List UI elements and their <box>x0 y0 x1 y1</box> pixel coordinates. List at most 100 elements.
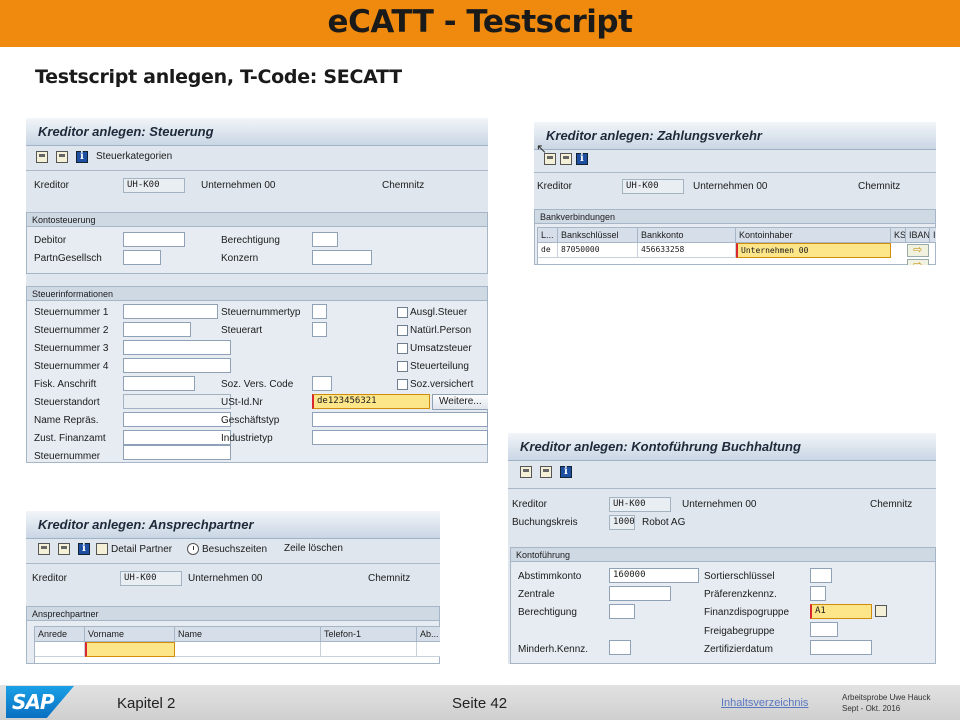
weitere-button[interactable]: Weitere... <box>432 394 488 410</box>
info-icon <box>76 151 88 163</box>
table-cell[interactable]: de <box>538 243 558 258</box>
steuernummer3-field[interactable] <box>123 340 231 355</box>
sozversichert-checkbox[interactable] <box>397 379 408 390</box>
kreditor-field[interactable]: UH-K00 <box>622 179 684 194</box>
table-cell[interactable] <box>175 642 321 657</box>
zeile-loeschen-button[interactable]: Zeile löschen <box>284 543 343 554</box>
other-object-button[interactable] <box>560 153 572 165</box>
steuerkategorien-button[interactable]: Steuerkategorien <box>96 151 172 162</box>
iban-arrow-button[interactable] <box>907 243 929 257</box>
kreditor-field[interactable]: UH-K00 <box>120 571 182 586</box>
steuernummer4-field[interactable] <box>123 358 231 373</box>
col-header[interactable]: Kontoinhaber <box>736 228 891 243</box>
berechtigung-label: Berechtigung <box>221 235 280 246</box>
info-button[interactable] <box>78 543 90 555</box>
col-header[interactable]: Anrede <box>35 627 85 642</box>
inhaltsverzeichnis-link[interactable]: Inhaltsverzeichnis <box>721 697 808 709</box>
berechtigung-field[interactable] <box>609 604 635 619</box>
table-cell[interactable] <box>321 642 417 657</box>
steuernummer1-field[interactable] <box>123 304 218 319</box>
display-change-button[interactable] <box>544 153 556 165</box>
steuernummertyp-label: Steuernummertyp <box>221 307 301 318</box>
steuerstandort-label: Steuerstandort <box>34 397 100 408</box>
partn-label: PartnGesellsch <box>34 253 102 264</box>
konzern-field[interactable] <box>312 250 372 265</box>
steuernummer2-field[interactable] <box>123 322 191 337</box>
steuerstandort-field[interactable] <box>123 394 231 409</box>
buchungskreis-field[interactable]: 1000 <box>609 515 635 530</box>
col-header[interactable]: KS <box>891 228 906 243</box>
info-button[interactable] <box>576 153 588 165</box>
steuernummer1-label: Steuernummer 1 <box>34 307 109 318</box>
table-cell-kontoinhaber[interactable]: Unternehmen 00 <box>736 243 891 258</box>
table-cell[interactable] <box>417 642 440 657</box>
ausgl-steuer-checkbox[interactable] <box>397 307 408 318</box>
col-header[interactable]: Vorname <box>85 627 175 642</box>
table-cell[interactable]: 456633258 <box>638 243 736 258</box>
col-header[interactable]: IBAN <box>906 228 930 243</box>
display-change-button[interactable] <box>38 543 50 555</box>
steuernummer3-label: Steuernummer 3 <box>34 343 109 354</box>
sozvers-code-field[interactable] <box>312 376 332 391</box>
kreditor-field[interactable]: UH-K00 <box>123 178 185 193</box>
industrietyp-field[interactable] <box>312 430 488 445</box>
separator <box>26 170 488 171</box>
berechtigung-field[interactable] <box>312 232 338 247</box>
other-object-button[interactable] <box>58 543 70 555</box>
steuerteilung-checkbox[interactable] <box>397 361 408 372</box>
sortierschluessel-field[interactable] <box>810 568 832 583</box>
zentrale-field[interactable] <box>609 586 671 601</box>
freigabegruppe-field[interactable] <box>810 622 838 637</box>
steuernummertyp-field[interactable] <box>312 304 327 319</box>
other-object-button[interactable] <box>56 151 68 163</box>
col-header[interactable]: Bankkonto <box>638 228 736 243</box>
zertifizierdatum-label: Zertifizierdatum <box>704 644 773 655</box>
info-button[interactable] <box>76 151 88 163</box>
col-header[interactable]: Ab... <box>417 627 440 642</box>
info-button[interactable] <box>560 466 572 478</box>
zertifizierdatum-field[interactable] <box>810 640 872 655</box>
col-header[interactable]: L... <box>538 228 558 243</box>
zust-finanzamt-field[interactable] <box>123 430 231 445</box>
panel-steuerung: Kreditor anlegen: Steuerung Steuerkatego… <box>26 118 488 463</box>
partn-field[interactable] <box>123 250 161 265</box>
praeferenzkennz-field[interactable] <box>810 586 826 601</box>
geschaeftstyp-field[interactable] <box>312 412 488 427</box>
natuerl-person-checkbox[interactable] <box>397 325 408 336</box>
panel-zahlungsverkehr: Kreditor anlegen: Zahlungsverkehr ↖ Kred… <box>534 122 936 265</box>
finanzdispogruppe-label: Finanzdispogruppe <box>704 607 790 618</box>
col-header[interactable]: Telefon-1 <box>321 627 417 642</box>
col-header[interactable]: I <box>930 228 936 243</box>
iban-arrow-button[interactable] <box>907 258 929 265</box>
footer-seite: Seite 42 <box>452 695 508 712</box>
value-help-icon[interactable] <box>875 605 887 617</box>
table-cell[interactable]: 87050000 <box>558 243 638 258</box>
fisk-anschrift-field[interactable] <box>123 376 195 391</box>
abstimmkonto-label: Abstimmkonto <box>518 571 582 582</box>
umsatzsteuer-checkbox[interactable] <box>397 343 408 354</box>
steuerart-field[interactable] <box>312 322 327 337</box>
kreditor-field[interactable]: UH-K00 <box>609 497 671 512</box>
kreditor-label: Kreditor <box>537 181 573 192</box>
finanzdispogruppe-field[interactable]: A1 <box>810 604 872 619</box>
minderh-kennz-field[interactable] <box>609 640 631 655</box>
panel-steuerung-title: Kreditor anlegen: Steuerung <box>38 124 214 139</box>
ustid-field[interactable]: de123456321 <box>312 394 430 409</box>
display-change-button[interactable] <box>36 151 48 163</box>
panel-steuerung-titlebar: Kreditor anlegen: Steuerung <box>26 118 488 146</box>
steuernummer-field[interactable] <box>123 445 231 460</box>
other-object-button[interactable] <box>540 466 552 478</box>
name-repraes-field[interactable] <box>123 412 231 427</box>
ustid-label: USt-Id.Nr <box>221 397 263 408</box>
table-cell[interactable] <box>35 642 85 657</box>
detail-partner-button[interactable]: Detail Partner <box>96 543 172 555</box>
table-cell-vorname[interactable] <box>85 642 175 657</box>
display-change-button[interactable] <box>520 466 532 478</box>
umsatzsteuer-label: Umsatzsteuer <box>410 343 472 354</box>
debitor-field[interactable] <box>123 232 185 247</box>
abstimmkonto-field[interactable]: 160000 <box>609 568 699 583</box>
besuchszeiten-button[interactable]: Besuchszeiten <box>187 543 267 555</box>
col-header[interactable]: Name <box>175 627 321 642</box>
group-kontofuehrung-title: Kontoführung <box>511 548 935 562</box>
col-header[interactable]: Bankschlüssel <box>558 228 638 243</box>
